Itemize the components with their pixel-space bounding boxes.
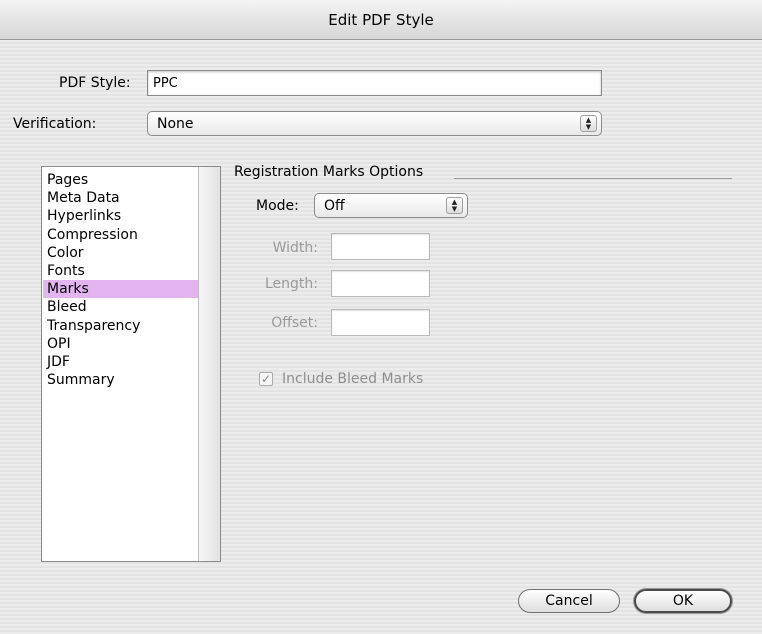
section-title: Registration Marks Options — [234, 164, 424, 180]
offset-label: Offset: — [271, 315, 318, 331]
include-bleed-marks-row[interactable]: ✓ Include Bleed Marks — [259, 371, 423, 387]
sidebar-item-transparency[interactable]: Transparency — [43, 317, 198, 335]
width-input[interactable] — [331, 233, 430, 260]
sidebar-item-compression[interactable]: Compression — [43, 226, 198, 244]
category-list[interactable]: Pages Meta Data Hyperlinks Compression Color… — [41, 166, 221, 562]
pdf-style-label: PDF Style: — [59, 75, 131, 91]
mode-popup[interactable]: Off ▲ ▼ — [314, 193, 468, 218]
include-bleed-marks-label: Include Bleed Marks — [282, 371, 424, 387]
popup-arrows-icon: ▲ ▼ — [446, 197, 463, 214]
sidebar-item-opi[interactable]: OPI — [43, 335, 198, 353]
verification-value: None — [157, 115, 194, 132]
sidebar-item-fonts[interactable]: Fonts — [43, 262, 198, 280]
sidebar-item-color[interactable]: Color — [43, 244, 198, 262]
mode-value: Off — [324, 197, 345, 214]
include-bleed-marks-checkbox[interactable]: ✓ — [259, 372, 273, 386]
cancel-button[interactable]: Cancel — [518, 589, 620, 613]
sidebar-item-bleed[interactable]: Bleed — [43, 298, 198, 316]
sidebar-item-jdf[interactable]: JDF — [43, 353, 198, 371]
width-label: Width: — [272, 240, 318, 256]
list-scrollbar[interactable] — [198, 167, 220, 561]
popup-arrows-icon: ▲ ▼ — [580, 115, 597, 132]
offset-input[interactable] — [331, 309, 430, 336]
section-divider — [454, 178, 732, 179]
ok-button[interactable]: OK — [634, 589, 732, 613]
window-title: Edit PDF Style — [328, 10, 434, 29]
sidebar-item-meta-data[interactable]: Meta Data — [43, 189, 198, 207]
sidebar-item-summary[interactable]: Summary — [43, 371, 198, 389]
length-input[interactable] — [331, 270, 430, 297]
verification-popup[interactable]: None ▲ ▼ — [147, 111, 602, 136]
checkmark-icon: ✓ — [260, 372, 272, 386]
pdf-style-input[interactable] — [147, 70, 602, 96]
ok-button-label: OK — [672, 593, 694, 609]
cancel-button-label: Cancel — [545, 593, 593, 609]
category-list-items: Pages Meta Data Hyperlinks Compression Color… — [43, 171, 198, 389]
window-titlebar: Edit PDF Style — [0, 0, 762, 40]
mode-label: Mode: — [256, 198, 299, 214]
sidebar-item-pages[interactable]: Pages — [43, 171, 198, 189]
sidebar-item-marks[interactable]: Marks — [43, 280, 198, 299]
verification-label: Verification: — [13, 116, 97, 132]
length-label: Length: — [264, 276, 318, 292]
sidebar-item-hyperlinks[interactable]: Hyperlinks — [43, 207, 198, 225]
